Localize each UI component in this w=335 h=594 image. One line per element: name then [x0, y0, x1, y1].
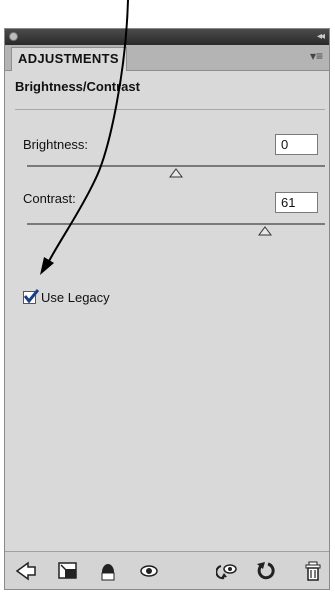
- panel-menu-icon[interactable]: ▾≡: [310, 49, 323, 63]
- adjustment-title: Brightness/Contrast: [15, 79, 140, 94]
- brightness-label: Brightness:: [23, 137, 89, 152]
- contrast-slider-track[interactable]: [27, 223, 325, 225]
- back-arrow-icon[interactable]: [15, 560, 37, 582]
- reset-icon[interactable]: [255, 560, 277, 582]
- contrast-input[interactable]: [275, 192, 318, 213]
- expanded-view-icon[interactable]: [57, 560, 79, 582]
- panel-bottom-toolbar: [5, 551, 329, 589]
- use-legacy-label: Use Legacy: [41, 290, 110, 305]
- visibility-eye-icon[interactable]: [138, 560, 160, 582]
- clip-to-layer-icon[interactable]: [97, 560, 119, 582]
- use-legacy-checkbox[interactable]: [23, 289, 39, 304]
- panel-title-strip: ◂◂: [5, 29, 329, 45]
- panel-tab-bar: ADJUSTMENTS ▾≡: [5, 45, 329, 71]
- brightness-input[interactable]: [275, 134, 318, 155]
- divider: [15, 109, 325, 110]
- brightness-slider-track[interactable]: [27, 165, 325, 167]
- close-panel-icon[interactable]: [9, 32, 18, 41]
- trash-icon[interactable]: [302, 560, 324, 582]
- brightness-slider-thumb[interactable]: [169, 168, 183, 178]
- collapse-panel-icon[interactable]: ◂◂: [317, 30, 325, 44]
- tab-adjustments[interactable]: ADJUSTMENTS: [11, 47, 127, 71]
- view-previous-state-icon[interactable]: [216, 560, 238, 582]
- contrast-slider-thumb[interactable]: [258, 226, 273, 236]
- checkmark-icon: [23, 289, 39, 303]
- contrast-label: Contrast:: [23, 191, 76, 206]
- adjustments-panel: ◂◂ ADJUSTMENTS ▾≡ Brightness/Contrast Br…: [4, 28, 330, 590]
